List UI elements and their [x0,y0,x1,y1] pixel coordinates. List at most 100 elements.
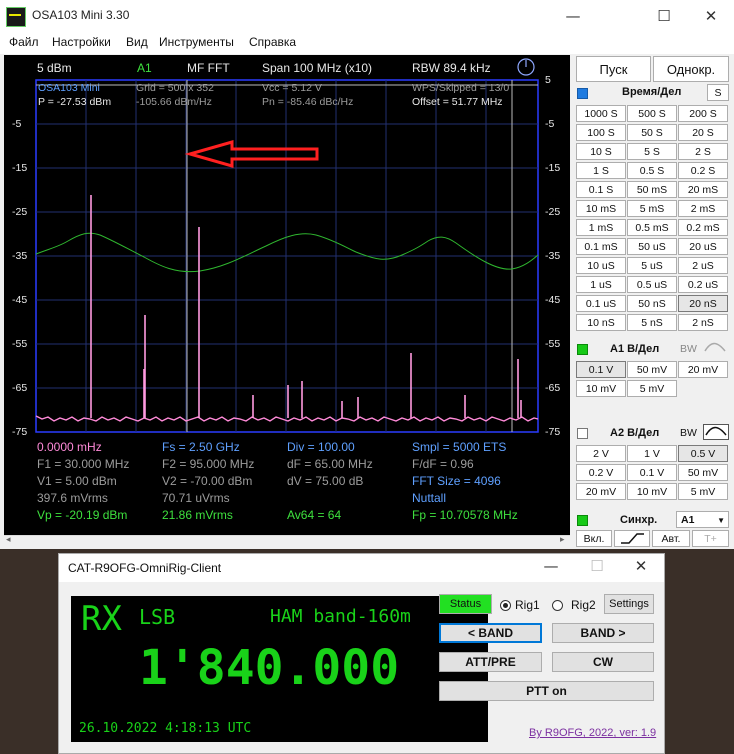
cat-minimize-button[interactable]: — [531,552,571,580]
single-button[interactable]: Однокр. [653,56,729,82]
time-div-button[interactable]: 2 mS [678,200,728,217]
time-checkbox[interactable] [577,88,588,99]
rig2-label[interactable]: Rig2 [571,598,596,612]
time-div-button[interactable]: 50 uS [627,238,677,255]
a2-bw-wave-icon[interactable] [703,424,729,440]
time-div-button[interactable]: 2 uS [678,257,728,274]
time-div-button[interactable]: 1 mS [576,219,626,236]
cat-close-button[interactable]: ✕ [621,552,661,580]
rig1-label[interactable]: Rig1 [515,598,540,612]
time-div-button[interactable]: 0.1 S [576,181,626,198]
time-div-button[interactable]: 2 nS [678,314,728,331]
a1-div-button[interactable]: 50 mV [627,361,677,378]
channel-label[interactable]: A1 [137,61,152,75]
a1-bw-wave-icon[interactable] [703,341,727,355]
sync-select[interactable]: A1 ▼ [676,511,729,528]
a1-div-button[interactable]: 20 mV [678,361,728,378]
maximize-button[interactable]: ☐ [641,0,687,32]
time-div-button[interactable]: 20 mS [678,181,728,198]
time-div-button[interactable]: 200 S [678,105,728,122]
settings-button[interactable]: Settings [604,594,654,614]
time-div-button[interactable]: 5 nS [627,314,677,331]
a2-div-button[interactable]: 0.2 V [576,464,626,481]
time-div-button[interactable]: 2 S [678,143,728,160]
time-div-button[interactable]: 0.2 uS [678,276,728,293]
time-div-button[interactable]: 5 mS [627,200,677,217]
scroll-right-icon[interactable]: ▸ [560,535,565,545]
a1-div-button[interactable]: 5 mV [627,380,677,397]
credit-link[interactable]: By R9OFG, 2022, ver: 1.9 [529,727,656,739]
a2-checkbox[interactable] [577,428,588,439]
span-label[interactable]: Span 100 MHz (x10) [262,61,372,75]
auto-button[interactable]: Авт. [652,530,690,547]
time-div-button[interactable]: 10 S [576,143,626,160]
band-up-button[interactable]: BAND > [552,623,654,643]
time-div-button[interactable]: 0.2 S [678,162,728,179]
time-div-button[interactable]: 1000 S [576,105,626,122]
ptt-button[interactable]: PTT on [439,681,654,701]
seconds-button[interactable]: S [707,84,729,101]
readout-v2: V2 = -70.00 dBm [162,474,253,488]
a2-div-button[interactable]: 20 mV [576,483,626,500]
mode-label[interactable]: MF FFT [187,61,230,75]
time-div-button[interactable]: 50 nS [627,295,677,312]
a2-div-button[interactable]: 10 mV [627,483,677,500]
trigger-edge-button[interactable] [614,530,650,547]
cat-maximize-button[interactable]: ☐ [577,552,617,580]
density-label: -105.66 dBm/Hz [136,96,212,108]
a2-div-button[interactable]: 0.5 V [678,445,728,462]
time-div-button[interactable]: 0.5 S [627,162,677,179]
time-div-button[interactable]: 10 nS [576,314,626,331]
horizontal-scrollbar[interactable]: ◂ ▸ [4,535,570,548]
time-div-button[interactable]: 0.5 uS [627,276,677,293]
sync-checkbox[interactable] [577,515,588,526]
spectrum-display[interactable]: 5 dBm A1 MF FFT Span 100 MHz (x10) RBW 8… [4,55,570,535]
menu-file[interactable]: Файл [9,35,39,49]
y-label-left: -5 [12,118,22,130]
a1-div-button[interactable]: 0.1 V [576,361,626,378]
rig2-radio[interactable] [552,600,563,611]
ref-level[interactable]: 5 dBm [37,61,72,75]
time-div-button[interactable]: 20 uS [678,238,728,255]
rig1-radio[interactable] [500,600,511,611]
time-div-button[interactable]: 0.1 mS [576,238,626,255]
menu-view[interactable]: Вид [126,35,148,49]
a2-div-button[interactable]: 5 mV [678,483,728,500]
menu-settings[interactable]: Настройки [52,35,111,49]
grid-label: Grid = 500 x 352 [136,82,214,94]
scroll-left-icon[interactable]: ◂ [6,535,11,545]
time-div-button[interactable]: 0.2 mS [678,219,728,236]
a2-div-button[interactable]: 0.1 V [627,464,677,481]
run-button[interactable]: Пуск [576,56,651,82]
time-div-button[interactable]: 1 S [576,162,626,179]
band-down-button[interactable]: < BAND [439,623,542,643]
time-div-button[interactable]: 100 S [576,124,626,141]
time-div-button[interactable]: 1 uS [576,276,626,293]
time-div-button[interactable]: 5 uS [627,257,677,274]
cw-button[interactable]: CW [552,652,654,672]
a1-div-button[interactable]: 10 mV [576,380,626,397]
enable-button[interactable]: Вкл. [576,530,612,547]
time-div-button[interactable]: 20 nS [678,295,728,312]
time-div-button[interactable]: 0.1 uS [576,295,626,312]
time-div-button[interactable]: 500 S [627,105,677,122]
minimize-button[interactable]: — [550,0,596,32]
time-div-button[interactable]: 50 mS [627,181,677,198]
a2-div-button[interactable]: 2 V [576,445,626,462]
menu-help[interactable]: Справка [249,35,296,49]
a2-div-button[interactable]: 50 mV [678,464,728,481]
t-plus-button[interactable]: T+ [692,530,729,547]
a1-checkbox[interactable] [577,344,588,355]
close-button[interactable]: ✕ [688,0,734,32]
time-div-button[interactable]: 10 uS [576,257,626,274]
time-div-button[interactable]: 0.5 mS [627,219,677,236]
time-div-button[interactable]: 50 S [627,124,677,141]
time-div-button[interactable]: 10 mS [576,200,626,217]
att-pre-button[interactable]: ATT/PRE [439,652,542,672]
rbw-label[interactable]: RBW 89.4 kHz [412,61,491,75]
y-label-right: -55 [545,338,561,350]
time-div-button[interactable]: 5 S [627,143,677,160]
time-div-button[interactable]: 20 S [678,124,728,141]
a2-div-button[interactable]: 1 V [627,445,677,462]
menu-tools[interactable]: Инструменты [159,35,234,49]
